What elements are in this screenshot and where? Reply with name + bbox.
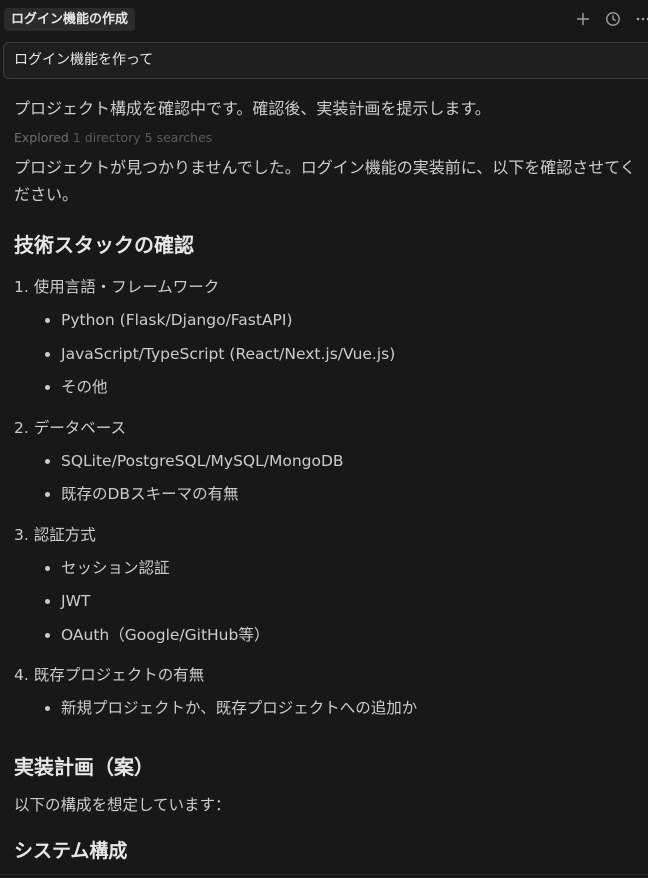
- assistant-response: プロジェクト構成を確認中です。確認後、実装計画を提示します。 Explored …: [14, 92, 638, 866]
- bullet-list: セッション認証 JWT OAuth（Google/GitHub等）: [14, 552, 638, 653]
- system-heading: システム構成: [14, 839, 128, 862]
- plan-text: 以下の構成を想定しています：: [14, 795, 231, 814]
- explored-detail: 1 directory 5 searches: [72, 130, 213, 145]
- section-title: 3. 認証方式: [14, 525, 96, 544]
- panel-header: ログイン機能の作成: [0, 0, 648, 38]
- bullet-list: 新規プロジェクトか、既存プロジェクトへの追加か: [14, 692, 638, 726]
- list-item: OAuth（Google/GitHub等）: [14, 619, 638, 653]
- explored-label: Explored: [14, 130, 69, 145]
- list-item: 新規プロジェクトか、既存プロジェクトへの追加か: [14, 692, 638, 726]
- plan-heading: 実装計画（案）: [14, 754, 154, 779]
- user-prompt[interactable]: ログイン機能を作って: [3, 42, 648, 79]
- list-item: セッション認証: [14, 552, 638, 586]
- bullet-list: Python (Flask/Django/FastAPI) JavaScript…: [14, 304, 638, 405]
- list-item: JavaScript/TypeScript (React/Next.js/Vue…: [14, 338, 638, 372]
- list-item: SQLite/PostgreSQL/MySQL/MongoDB: [14, 445, 638, 479]
- chat-title[interactable]: ログイン機能の作成: [4, 8, 136, 31]
- response-paragraph: プロジェクトが見つかりませんでした。ログイン機能の実装前に、以下を確認させてくだ…: [14, 158, 636, 204]
- list-item: JWT: [14, 585, 638, 619]
- chat-panel: ログイン機能の作成 ログイン機能を作って プロジェクト構成を確認中です。確認後、…: [0, 0, 648, 878]
- tech-stack-heading: 技術スタックの確認: [14, 233, 194, 257]
- section-title: 4. 既存プロジェクトの有無: [14, 666, 205, 684]
- list-item: 既存のDBスキーマの有無: [14, 478, 638, 512]
- explored-summary[interactable]: Explored 1 directory 5 searches: [14, 128, 638, 148]
- section-title: 1. 使用言語・フレームワーク: [14, 278, 220, 296]
- user-prompt-text: ログイン機能を作って: [14, 52, 154, 68]
- list-item: Python (Flask/Django/FastAPI): [14, 304, 638, 338]
- plus-icon[interactable]: [573, 9, 593, 29]
- list-item: その他: [14, 371, 638, 405]
- history-icon[interactable]: [603, 9, 623, 29]
- bullet-list: SQLite/PostgreSQL/MySQL/MongoDB 既存のDBスキー…: [14, 445, 638, 512]
- divider: [0, 874, 648, 875]
- more-icon[interactable]: [633, 9, 648, 29]
- section-title: 2. データベース: [14, 418, 126, 437]
- response-intro: プロジェクト構成を確認中です。確認後、実装計画を提示します。: [14, 99, 491, 118]
